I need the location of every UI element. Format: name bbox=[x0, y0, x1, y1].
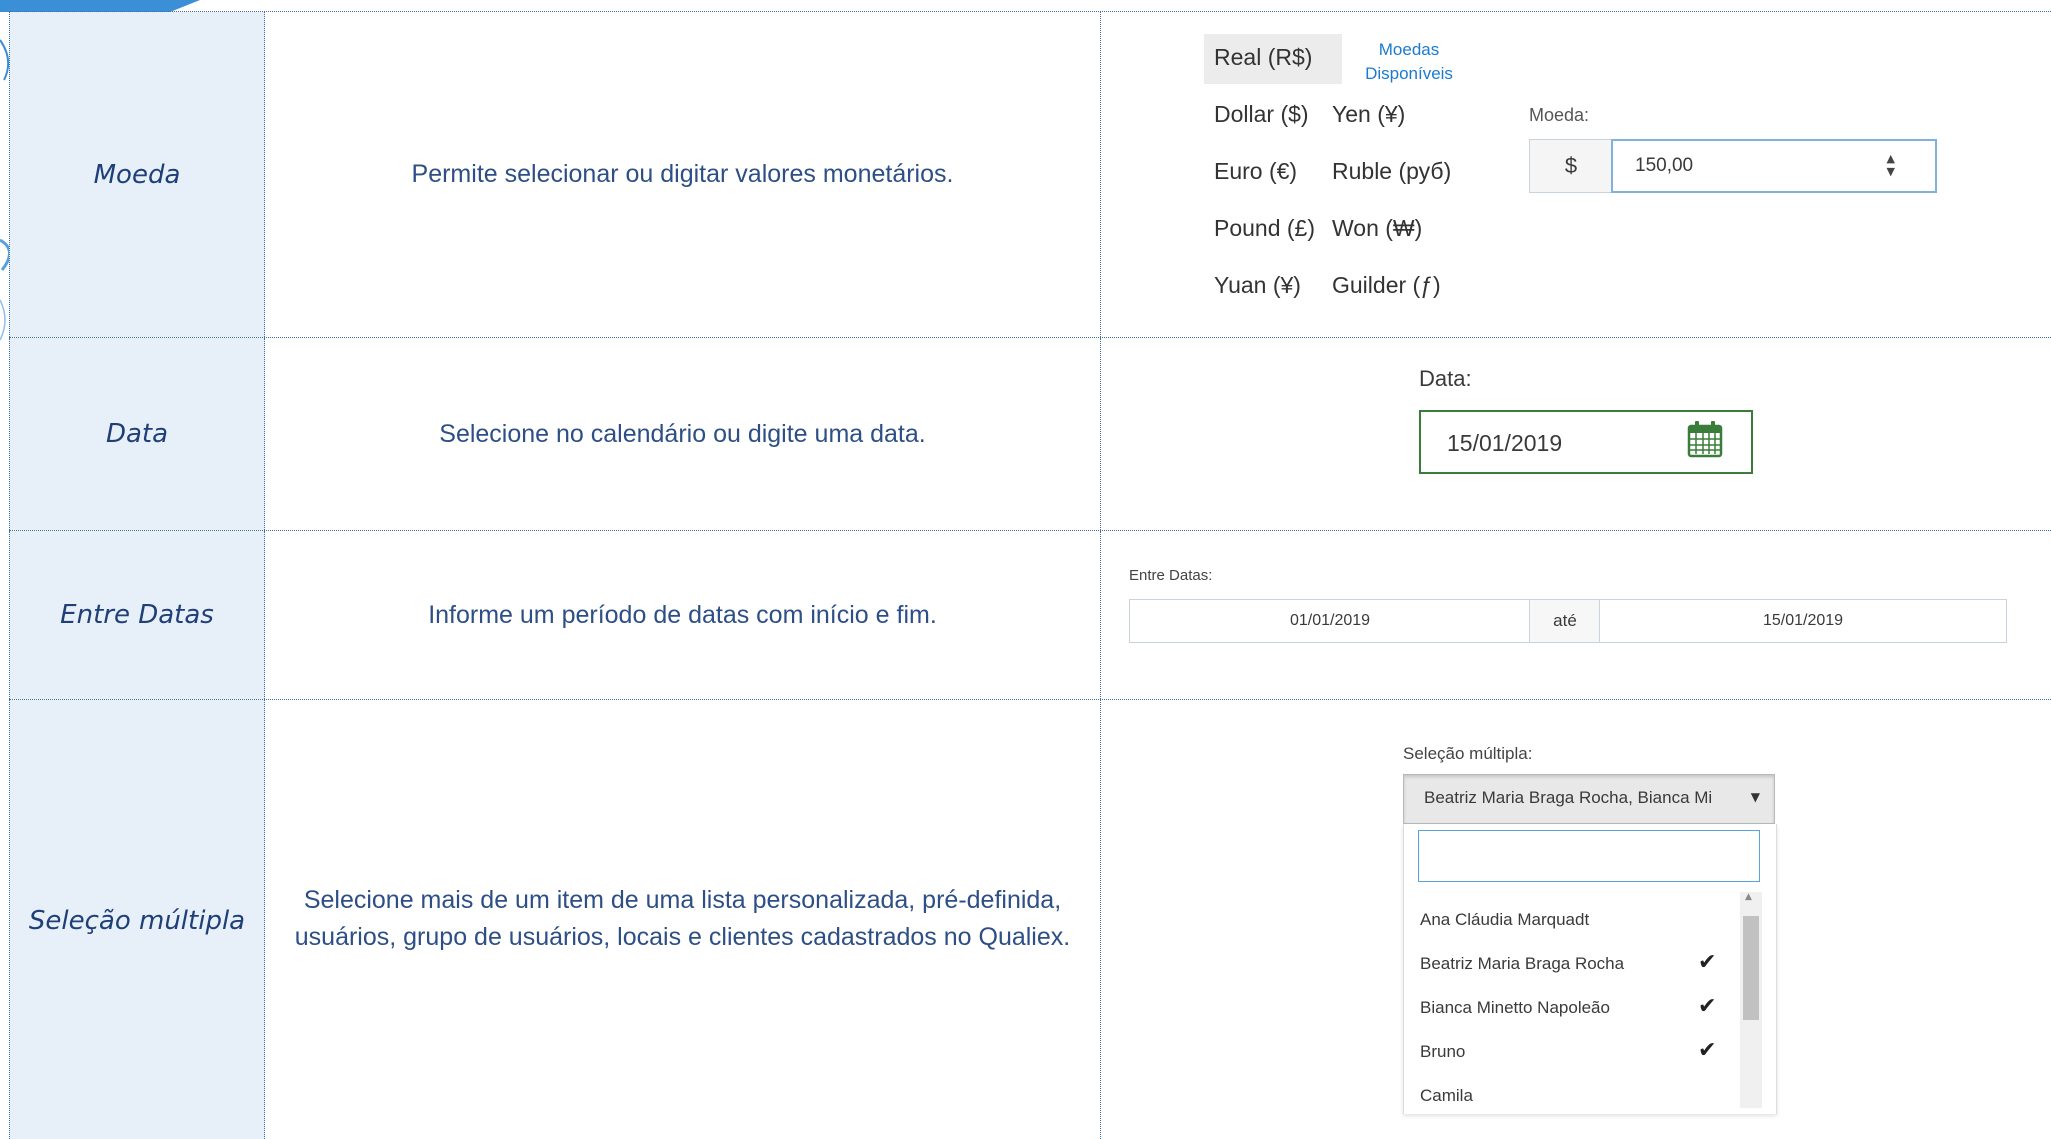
multiselect-label: Seleção múltipla: bbox=[1403, 744, 1533, 763]
date-value: 15/01/2019 bbox=[1447, 430, 1563, 456]
date-range-example: Entre Datas: 01/01/2019 até 15/01/2019 bbox=[1101, 531, 2051, 699]
currency-option[interactable]: Dollar ($) bbox=[1214, 101, 1309, 128]
row-description-cell: Permite selecionar ou digitar valores mo… bbox=[265, 12, 1101, 337]
currency-option[interactable]: Yuan (¥) bbox=[1214, 272, 1301, 299]
row-name: Seleção múltipla bbox=[28, 906, 246, 936]
available-currencies-link[interactable]: Moedas Disponíveis bbox=[1353, 38, 1465, 86]
date-field-label: Data: bbox=[1419, 366, 1472, 391]
row-data: Data Selecione no calendário ou digite u… bbox=[9, 337, 2051, 530]
date-range-start-value: 01/01/2019 bbox=[1289, 612, 1371, 629]
multiselect-search-input[interactable] bbox=[1418, 830, 1760, 882]
row-description-cell: Selecione no calendário ou digite uma da… bbox=[265, 338, 1101, 530]
row-selecao-multipla: Seleção múltipla Selecione mais de um it… bbox=[9, 699, 2051, 1139]
row-description: Selecione mais de um item de uma lista p… bbox=[295, 882, 1070, 956]
list-item[interactable]: Camila bbox=[1420, 1086, 1720, 1106]
option-label: Bianca Minetto Napoleão bbox=[1420, 998, 1610, 1017]
currency-option[interactable]: Yen (¥) bbox=[1332, 101, 1405, 128]
row-name-cell: Entre Datas bbox=[9, 531, 265, 699]
row-entre-datas: Entre Datas Informe um período de datas … bbox=[9, 530, 2051, 699]
multiselect-selected-text: Beatriz Maria Braga Rocha, Bianca Mi bbox=[1424, 788, 1713, 807]
row-description-cell: Informe um período de datas com início e… bbox=[265, 531, 1101, 699]
row-moeda: Moeda Permite selecionar ou digitar valo… bbox=[9, 11, 2051, 337]
date-range-separator: até bbox=[1529, 599, 1601, 643]
option-label: Ana Cláudia Marquadt bbox=[1420, 910, 1590, 929]
currency-symbol: $ bbox=[1564, 153, 1578, 178]
currency-option[interactable]: Won (₩) bbox=[1332, 215, 1422, 242]
row-description-line: Selecione mais de um item de uma lista p… bbox=[303, 886, 1062, 914]
components-table: Moeda Permite selecionar ou digitar valo… bbox=[9, 11, 2051, 1139]
date-example: Data: 15/01/2019 bbox=[1101, 338, 2051, 530]
check-icon: ✔ bbox=[1698, 1038, 1717, 1063]
currency-symbol-addon: $ bbox=[1529, 139, 1613, 193]
number-spinner-icon[interactable]: ▲ ▼ bbox=[1887, 152, 1895, 178]
row-name-cell: Data bbox=[9, 338, 265, 530]
multiselect-dropdown-button[interactable]: Beatriz Maria Braga Rocha, Bianca Mi ▼ bbox=[1403, 774, 1775, 824]
list-item[interactable]: Beatriz Maria Braga Rocha ✔ bbox=[1420, 950, 1720, 975]
date-input[interactable]: 15/01/2019 bbox=[1419, 410, 1753, 474]
option-label: Beatriz Maria Braga Rocha bbox=[1420, 954, 1625, 973]
row-description: Informe um período de datas com início e… bbox=[428, 600, 937, 629]
multiselect-scrollbar[interactable]: ▲ bbox=[1740, 892, 1762, 1108]
currency-option[interactable]: Euro (€) bbox=[1214, 158, 1297, 185]
multiselect-example: Seleção múltipla: Beatriz Maria Braga Ro… bbox=[1101, 700, 2051, 1139]
caret-down-icon: ▼ bbox=[1750, 790, 1760, 804]
date-range-end-input[interactable]: 15/01/2019 bbox=[1599, 599, 2007, 643]
row-name: Data bbox=[105, 419, 169, 449]
option-label: Bruno bbox=[1420, 1042, 1466, 1061]
row-description: Selecione no calendário ou digite uma da… bbox=[439, 419, 926, 448]
row-name: Moeda bbox=[93, 159, 181, 190]
row-description: Permite selecionar ou digitar valores mo… bbox=[411, 160, 954, 188]
date-range-end-value: 15/01/2019 bbox=[1762, 612, 1844, 629]
currency-option[interactable]: Pound (£) bbox=[1214, 215, 1315, 242]
row-name-cell: Seleção múltipla bbox=[9, 700, 265, 1139]
currency-option[interactable]: Guilder (ƒ) bbox=[1332, 272, 1441, 299]
row-description-line: usuários, grupo de usuários, locais e cl… bbox=[294, 923, 1071, 951]
date-range-label: Entre Datas: bbox=[1129, 567, 1213, 584]
check-icon: ✔ bbox=[1698, 950, 1717, 975]
list-item[interactable]: Bruno ✔ bbox=[1420, 1038, 1720, 1063]
multiselect-menu: ▲ Ana Cláudia Marquadt Beatriz Maria Bra… bbox=[1403, 824, 1777, 1114]
scrollbar-thumb[interactable] bbox=[1743, 916, 1759, 1020]
currency-option-real[interactable]: Real (R$) bbox=[1214, 44, 1312, 71]
currency-value-input[interactable]: 150,00 ▲ ▼ bbox=[1611, 139, 1937, 193]
calendar-icon[interactable] bbox=[1687, 420, 1723, 458]
date-range-separator-text: até bbox=[1553, 611, 1577, 630]
row-name: Entre Datas bbox=[60, 600, 214, 630]
currency-option[interactable]: Ruble (руб) bbox=[1332, 158, 1451, 185]
list-item[interactable]: Ana Cláudia Marquadt bbox=[1420, 910, 1720, 930]
currency-example: Real (R$) Moedas Disponíveis Dollar ($) … bbox=[1101, 12, 2051, 337]
currency-value: 150,00 bbox=[1635, 155, 1694, 176]
option-label: Camila bbox=[1420, 1086, 1473, 1105]
scroll-up-icon[interactable]: ▲ bbox=[1745, 892, 1752, 902]
row-description-cell: Selecione mais de um item de uma lista p… bbox=[265, 700, 1101, 1139]
row-name-cell: Moeda bbox=[9, 12, 265, 337]
moeda-field-label: Moeda: bbox=[1529, 105, 1590, 125]
list-item[interactable]: Bianca Minetto Napoleão ✔ bbox=[1420, 994, 1720, 1019]
check-icon: ✔ bbox=[1698, 994, 1717, 1019]
date-range-start-input[interactable]: 01/01/2019 bbox=[1129, 599, 1531, 643]
